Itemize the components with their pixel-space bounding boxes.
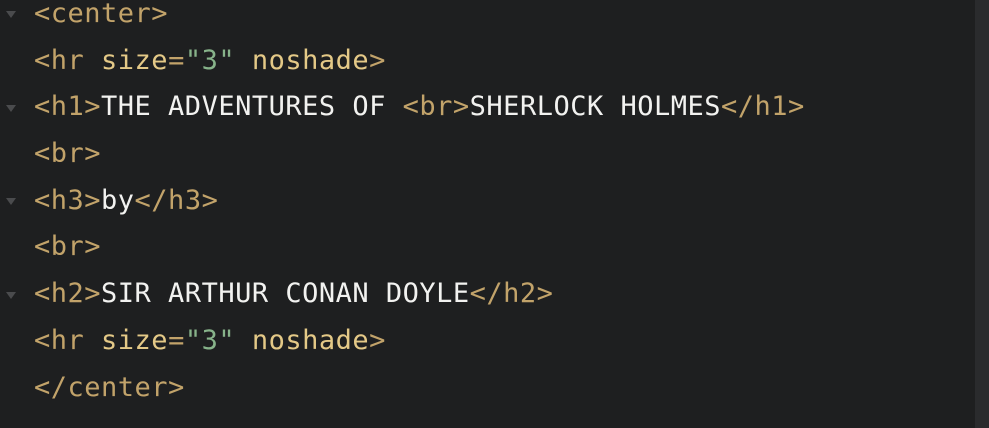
text-content-token: THE ADVENTURES OF	[101, 91, 403, 123]
code-line[interactable]: <h3>by</h3>	[34, 178, 805, 225]
code-line[interactable]: <br>	[34, 224, 805, 271]
html-tag-token: <br>	[402, 91, 470, 123]
fold-arrow-icon[interactable]	[6, 11, 16, 19]
text-content-token: by	[101, 184, 135, 216]
html-tag-token: >	[369, 44, 386, 76]
html-tag-token: =	[168, 324, 185, 356]
code-line[interactable]: <hr size="3" noshade>	[34, 38, 805, 85]
code-line[interactable]: <br>	[34, 131, 805, 178]
text-content-token: SHERLOCK HOLMES	[469, 91, 722, 123]
code-line[interactable]: <h1>THE ADVENTURES OF <br>SHERLOCK HOLME…	[34, 84, 805, 131]
html-tag-token	[235, 325, 252, 356]
fold-gutter	[0, 0, 26, 428]
code-line[interactable]: <center>	[34, 0, 805, 38]
string-token: "3"	[184, 324, 236, 356]
html-tag-token	[235, 45, 252, 76]
fold-arrow-icon[interactable]	[6, 291, 16, 299]
code-area[interactable]: <center> <hr size="3" noshade> <h1>THE ADV…	[34, 0, 805, 411]
attribute-token: size	[101, 44, 169, 76]
attribute-token: noshade	[251, 324, 370, 356]
html-tag-token: <center>	[34, 0, 169, 29]
html-tag-token: </h3>	[134, 184, 219, 216]
html-tag-token: <br>	[34, 138, 102, 170]
html-tag-token: <h3>	[34, 184, 102, 216]
html-tag-token: </center>	[34, 371, 185, 403]
text-content-token: SIR ARTHUR CONAN DOYLE	[101, 278, 470, 310]
code-line[interactable]: </center>	[34, 365, 805, 412]
attribute-token: noshade	[251, 44, 370, 76]
fold-arrow-icon[interactable]	[6, 198, 16, 206]
code-editor[interactable]: <center> <hr size="3" noshade> <h1>THE ADV…	[0, 0, 989, 428]
attribute-token: size	[101, 324, 169, 356]
string-token: "3"	[184, 44, 236, 76]
html-tag-token: >	[369, 324, 386, 356]
html-tag-token: <h2>	[34, 278, 102, 310]
html-tag-token: <br>	[34, 231, 102, 263]
html-tag-token: <h1>	[34, 91, 102, 123]
html-tag-token: </h1>	[721, 91, 805, 123]
html-tag-token: =	[168, 44, 185, 76]
fold-arrow-icon[interactable]	[6, 104, 16, 112]
code-line[interactable]: <h2>SIR ARTHUR CONAN DOYLE</h2>	[34, 271, 805, 318]
html-tag-token: <hr	[34, 44, 102, 76]
html-tag-token: <hr	[34, 324, 102, 356]
html-tag-token: </h2>	[469, 278, 554, 310]
code-line[interactable]: <hr size="3" noshade>	[34, 318, 805, 365]
editor-edge	[975, 0, 989, 428]
